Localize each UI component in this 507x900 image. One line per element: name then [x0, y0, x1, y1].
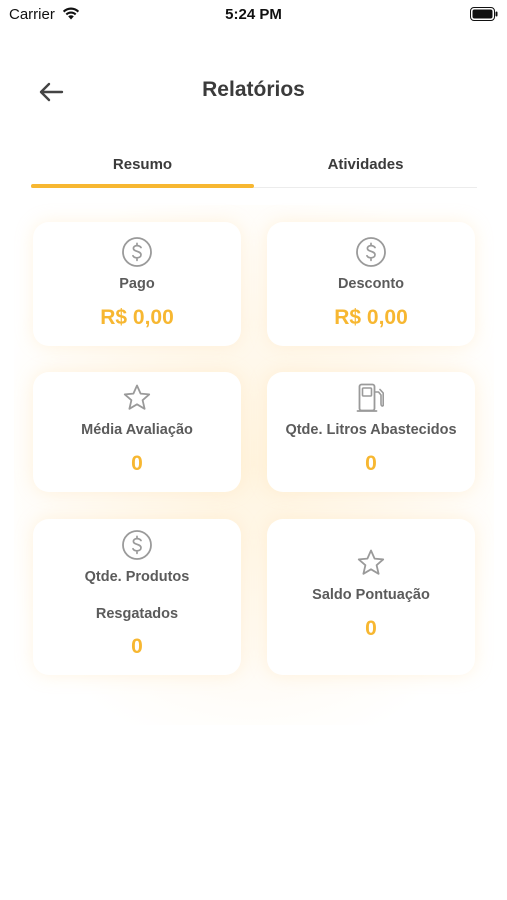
card-saldo-pontuacao-value: 0	[365, 617, 377, 640]
tab-active-indicator	[31, 184, 254, 188]
header: Relatórios	[0, 60, 507, 124]
dollar-circle-icon	[33, 236, 241, 268]
dollar-circle-icon	[33, 529, 241, 561]
status-bar: Carrier 5:24 PM	[0, 0, 507, 28]
star-icon	[33, 383, 241, 413]
card-desconto: Desconto R$ 0,00	[267, 222, 475, 346]
card-saldo-pontuacao: Saldo Pontuação 0	[267, 519, 475, 675]
status-time: 5:24 PM	[225, 6, 282, 23]
card-litros-abastecidos-label: Qtde. Litros Abastecidos	[285, 422, 457, 438]
tab-atividades-label: Atividades	[327, 155, 404, 173]
card-pago-label: Pago	[119, 276, 155, 292]
card-litros-abastecidos-value: 0	[365, 452, 377, 475]
card-desconto-value: R$ 0,00	[334, 306, 408, 329]
card-pago-value: R$ 0,00	[100, 306, 174, 329]
page-title: Relatórios	[202, 78, 305, 101]
card-saldo-pontuacao-label: Saldo Pontuação	[312, 587, 430, 603]
card-produtos-resgatados-value: 0	[131, 635, 143, 658]
card-desconto-label: Desconto	[337, 276, 405, 292]
fuel-pump-icon	[267, 382, 475, 414]
tab-resumo[interactable]: Resumo	[31, 140, 254, 188]
battery-icon	[470, 7, 498, 21]
card-pago: Pago R$ 0,00	[33, 222, 241, 346]
star-icon	[267, 548, 475, 578]
card-produtos-resgatados-label-line2: Resgatados	[95, 606, 179, 622]
tab-atividades[interactable]: Atividades	[254, 140, 477, 188]
card-media-avaliacao: Média Avaliação 0	[33, 372, 241, 492]
card-media-avaliacao-value: 0	[131, 452, 143, 475]
card-produtos-resgatados: Qtde. Produtos Resgatados 0	[33, 519, 241, 675]
tab-resumo-label: Resumo	[112, 155, 173, 173]
card-produtos-resgatados-label-line1: Qtde. Produtos	[84, 569, 190, 585]
card-media-avaliacao-label: Média Avaliação	[81, 422, 193, 438]
tab-bar: Resumo Atividades	[31, 140, 477, 188]
dollar-circle-icon	[267, 236, 475, 268]
card-litros-abastecidos: Qtde. Litros Abastecidos 0	[267, 372, 475, 492]
